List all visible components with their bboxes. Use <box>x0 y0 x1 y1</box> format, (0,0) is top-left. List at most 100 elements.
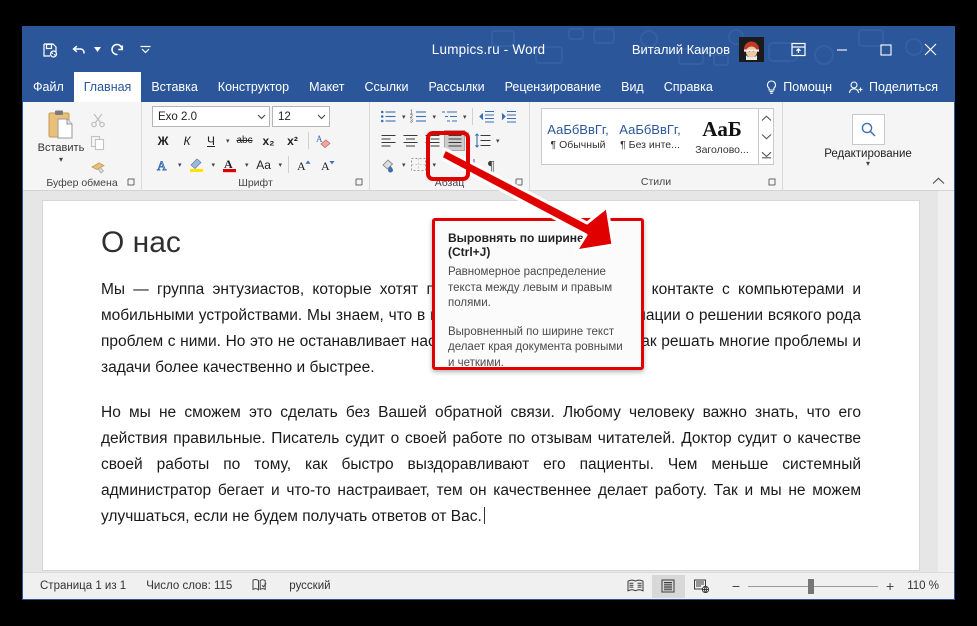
tab-design[interactable]: Конструктор <box>208 72 299 102</box>
bold-button[interactable]: Ж <box>152 130 174 151</box>
zoom-level[interactable]: 110 % <box>907 580 939 592</box>
ribbon-display-options-icon[interactable] <box>776 27 820 72</box>
collapse-ribbon-icon[interactable] <box>932 176 945 188</box>
tooltip-paragraph-1: Равномерное распределение текста между л… <box>448 265 628 312</box>
shrink-font-icon[interactable]: A <box>317 154 339 175</box>
minimize-button[interactable] <box>820 27 864 72</box>
strikethrough-button[interactable]: abc <box>234 130 256 151</box>
language-indicator[interactable]: русский <box>289 580 330 592</box>
web-layout-icon[interactable] <box>685 575 718 598</box>
zoom-slider-thumb[interactable] <box>808 579 814 594</box>
tab-review[interactable]: Рецензирование <box>495 72 612 102</box>
grow-font-icon[interactable]: A <box>293 154 315 175</box>
divider <box>288 156 289 173</box>
close-button[interactable] <box>908 27 952 72</box>
highlight-caret-icon[interactable]: ▾ <box>210 161 218 169</box>
customize-qat-icon[interactable] <box>132 37 158 63</box>
save-icon[interactable] <box>37 37 63 63</box>
text-effects-caret-icon[interactable]: ▾ <box>176 161 184 169</box>
format-painter-icon[interactable] <box>87 156 109 176</box>
styles-scroll-down-icon[interactable] <box>759 127 773 145</box>
tab-insert[interactable]: Вставка <box>141 72 207 102</box>
styles-more-icon[interactable] <box>759 146 773 164</box>
redo-icon[interactable] <box>104 37 130 63</box>
numbering-caret-icon[interactable]: ▾ <box>431 113 439 121</box>
share-label: Поделиться <box>869 80 938 94</box>
font-size-value: 12 <box>278 111 313 123</box>
copy-icon[interactable] <box>87 133 109 153</box>
avatar[interactable] <box>739 37 764 62</box>
multilevel-caret-icon[interactable]: ▾ <box>461 113 469 121</box>
zoom-out-button[interactable]: − <box>732 579 740 593</box>
subscript-button[interactable]: x₂ <box>258 130 280 151</box>
editing-caret[interactable]: ▾ <box>866 160 870 167</box>
align-center-icon[interactable] <box>400 130 421 151</box>
page-indicator[interactable]: Страница 1 из 1 <box>40 580 126 592</box>
superscript-button[interactable]: x² <box>282 130 304 151</box>
font-size-combo[interactable]: 12 <box>272 106 330 127</box>
shading-caret-icon[interactable]: ▾ <box>400 161 408 169</box>
style-item-heading1[interactable]: AaБ Заголово... <box>686 109 758 164</box>
font-name-combo[interactable]: Exo 2.0 <box>152 106 270 127</box>
show-formatting-marks-icon[interactable]: ¶ <box>483 154 504 175</box>
underline-button[interactable]: Ч <box>200 130 222 151</box>
style-name: ¶ Обычный <box>551 139 606 151</box>
maximize-button[interactable] <box>864 27 908 72</box>
find-magnifier-icon[interactable] <box>852 114 885 145</box>
cut-icon[interactable] <box>87 110 109 130</box>
read-mode-icon[interactable] <box>619 575 652 598</box>
share-button[interactable]: Поделиться <box>842 80 944 95</box>
tab-view[interactable]: Вид <box>611 72 654 102</box>
word-count[interactable]: Число слов: 115 <box>146 580 232 592</box>
styles-scroll-up-icon[interactable] <box>759 109 773 127</box>
paste-caret[interactable]: ▾ <box>59 157 63 163</box>
change-case-caret-icon[interactable]: ▾ <box>277 161 285 169</box>
underline-caret-icon[interactable]: ▾ <box>224 137 232 145</box>
styles-dialog-launcher[interactable] <box>768 178 777 189</box>
zoom-slider[interactable] <box>748 586 878 587</box>
change-case-button[interactable]: Aa <box>253 154 275 175</box>
font-group-label: Шрифт <box>142 175 369 191</box>
clear-formatting-icon[interactable]: A <box>313 130 335 151</box>
paste-icon <box>45 108 77 140</box>
text-effects-icon[interactable]: A <box>152 154 174 175</box>
line-spacing-icon[interactable] <box>472 130 493 151</box>
proofing-errors-icon[interactable] <box>252 578 269 595</box>
account-name[interactable]: Виталий Каиров <box>632 42 730 57</box>
undo-dropdown-caret[interactable] <box>93 37 102 63</box>
tab-mailings[interactable]: Рассылки <box>418 72 494 102</box>
decrease-indent-icon[interactable] <box>476 106 497 127</box>
undo-icon[interactable] <box>65 37 91 63</box>
word-window: Lumpics.ru - Word Виталий Каиров <box>22 26 955 600</box>
numbering-icon[interactable]: 1 2 3 <box>409 106 430 127</box>
style-item-no-spacing[interactable]: АаБбВвГг, ¶ Без инте... <box>614 109 686 164</box>
increase-indent-icon[interactable] <box>498 106 519 127</box>
tab-home[interactable]: Главная <box>74 72 142 102</box>
tab-layout[interactable]: Макет <box>299 72 354 102</box>
paste-button[interactable]: Вставить ▾ <box>35 106 87 163</box>
vertical-scrollbar[interactable] <box>938 191 954 572</box>
zoom-in-button[interactable]: + <box>886 579 894 593</box>
italic-button[interactable]: К <box>176 130 198 151</box>
multilevel-list-icon[interactable] <box>439 106 460 127</box>
style-item-normal[interactable]: АаБбВвГг, ¶ Обычный <box>542 109 614 164</box>
tab-help[interactable]: Справка <box>654 72 723 102</box>
clipboard-dialog-launcher[interactable] <box>127 178 136 189</box>
shading-icon[interactable] <box>378 154 399 175</box>
align-left-icon[interactable] <box>378 130 399 151</box>
paragraph-dialog-launcher[interactable] <box>515 178 524 189</box>
tab-file[interactable]: Файл <box>23 72 74 102</box>
font-dialog-launcher[interactable] <box>355 178 364 189</box>
ribbon-group-font: Exo 2.0 12 Ж <box>142 102 370 191</box>
bullets-caret-icon[interactable]: ▾ <box>400 113 408 121</box>
editing-button[interactable]: Редактирование ▾ <box>814 106 922 167</box>
tab-references[interactable]: Ссылки <box>354 72 418 102</box>
font-color-icon[interactable]: A <box>219 154 241 175</box>
svg-text:¶: ¶ <box>488 159 495 172</box>
tell-me-box[interactable]: Помощн <box>759 80 838 95</box>
bullets-icon[interactable] <box>378 106 399 127</box>
text-highlight-icon[interactable] <box>186 154 208 175</box>
print-layout-icon[interactable] <box>652 575 685 598</box>
font-color-caret-icon[interactable]: ▾ <box>243 161 251 169</box>
line-spacing-caret-icon[interactable]: ▾ <box>494 137 502 145</box>
